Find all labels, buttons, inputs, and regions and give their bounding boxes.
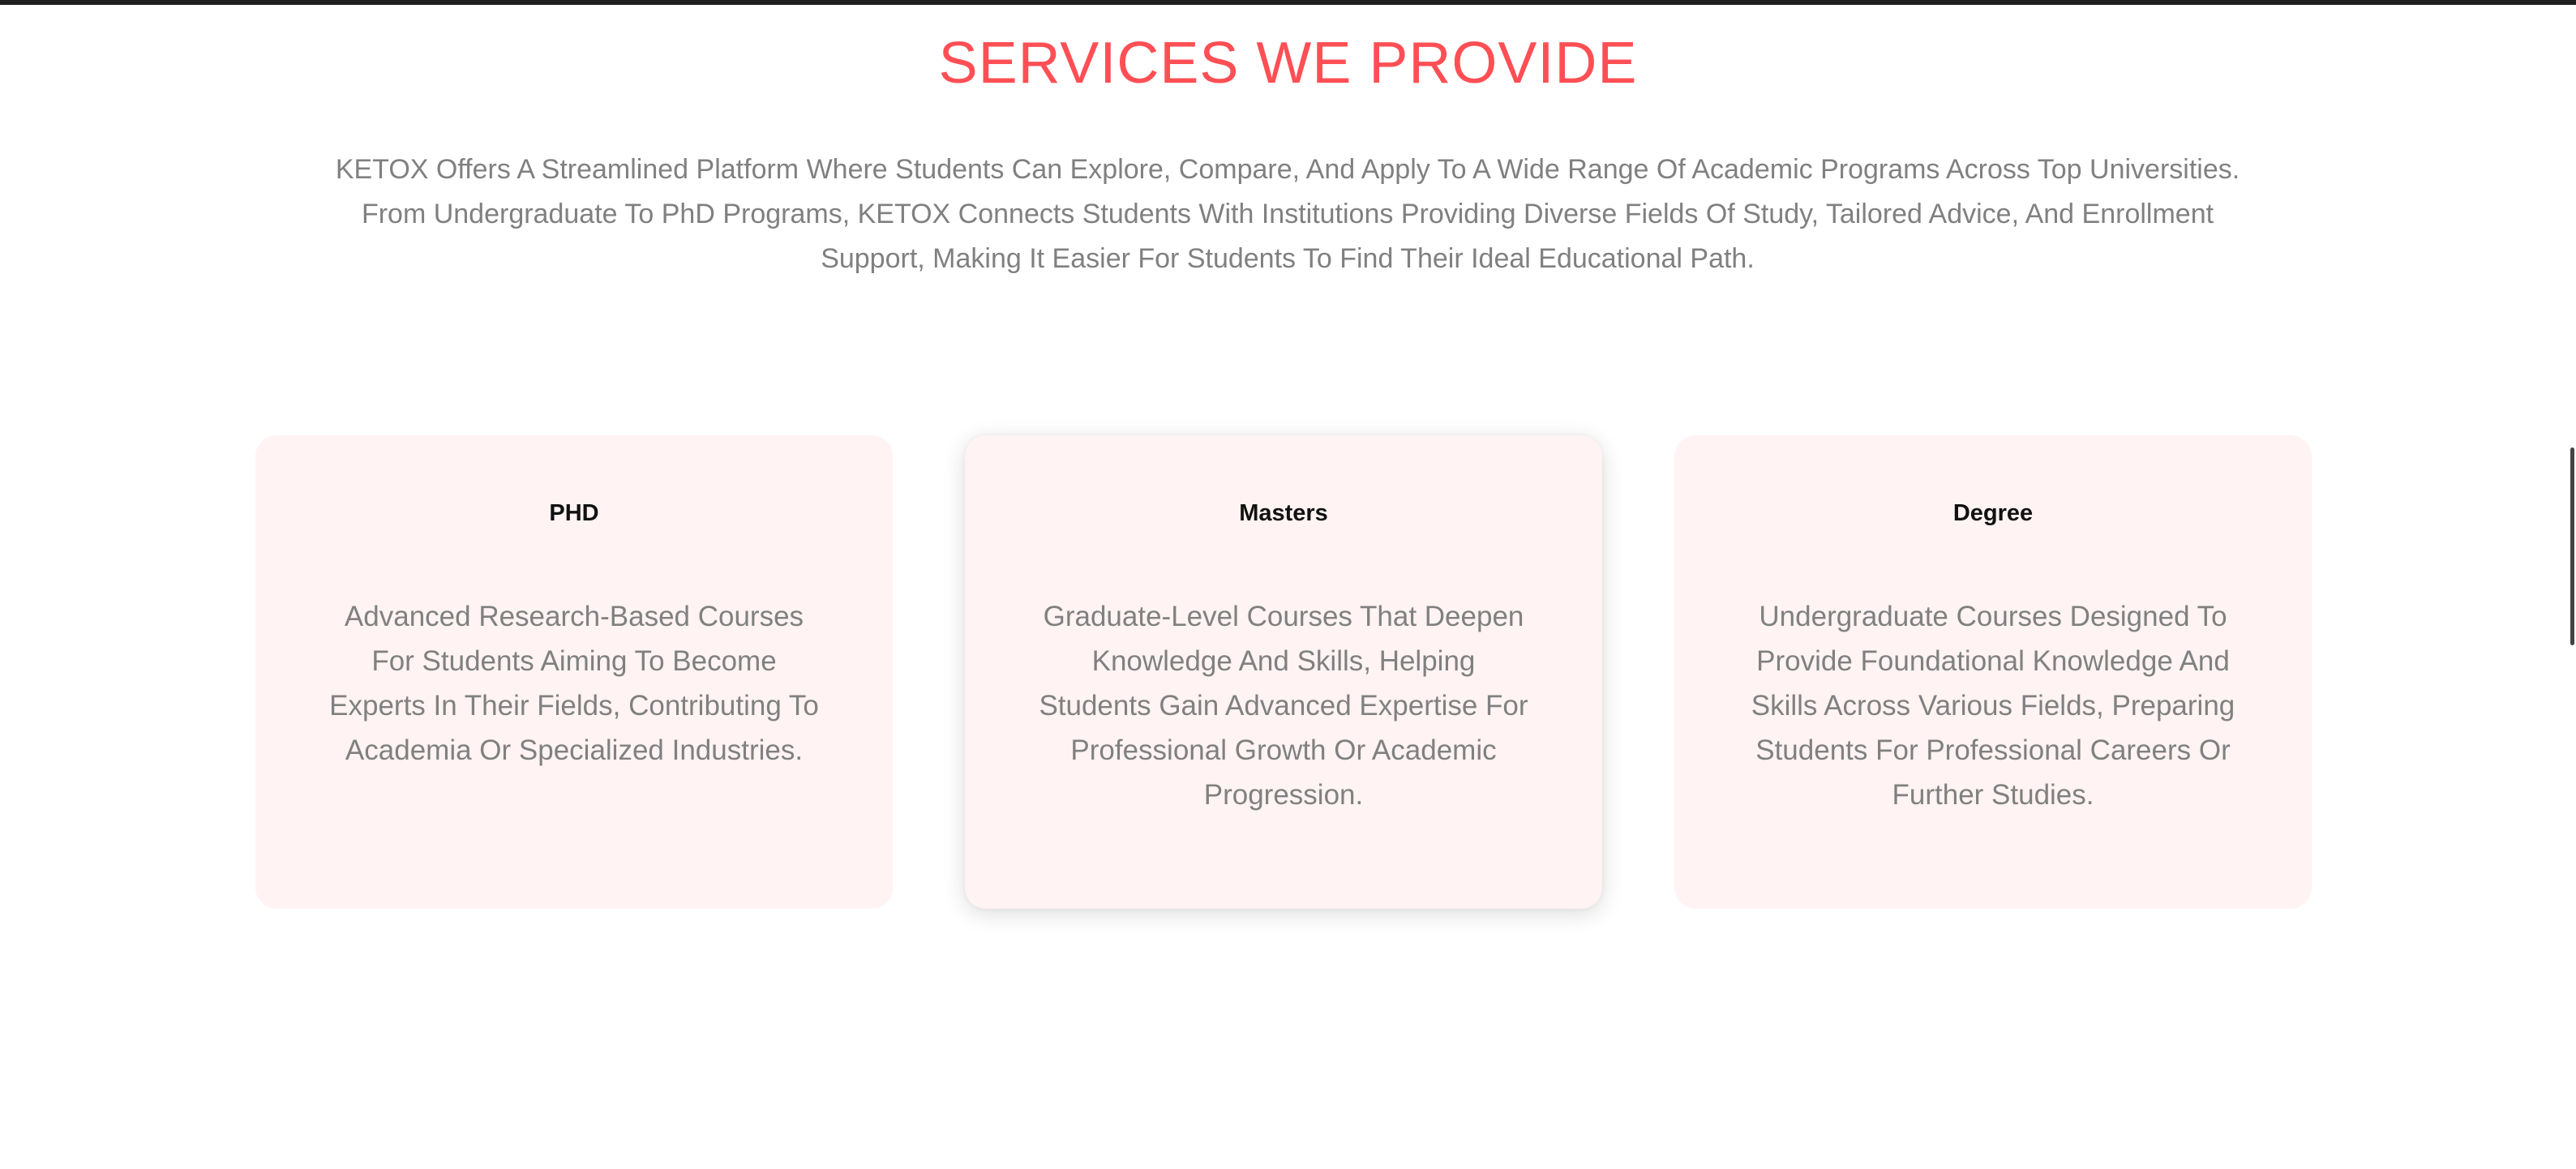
service-card-title: PHD bbox=[549, 500, 599, 526]
service-card-description: Undergraduate Courses Designed To Provid… bbox=[1751, 601, 2235, 811]
service-card-title: Masters bbox=[1239, 500, 1328, 526]
service-card-description: Advanced Research-Based Courses For Stud… bbox=[329, 601, 819, 766]
services-section: SERVICES WE PROVIDE KETOX Offers A Strea… bbox=[0, 0, 2576, 1169]
service-card-phd[interactable]: PHD Advanced Research-Based Courses For … bbox=[255, 435, 893, 909]
service-card-degree[interactable]: Degree Undergraduate Courses Designed To… bbox=[1674, 435, 2312, 909]
section-title: SERVICES WE PROVIDE bbox=[938, 31, 1638, 96]
service-card-title: Degree bbox=[1952, 500, 2034, 526]
page-scrollbar[interactable] bbox=[2570, 447, 2574, 645]
service-card-description: Graduate-Level Courses That Deepen Knowl… bbox=[1039, 601, 1528, 811]
section-intro: KETOX Offers A Streamlined Platform Wher… bbox=[335, 154, 2240, 274]
service-card-masters[interactable]: Masters Graduate-Level Courses That Deep… bbox=[965, 435, 1602, 909]
